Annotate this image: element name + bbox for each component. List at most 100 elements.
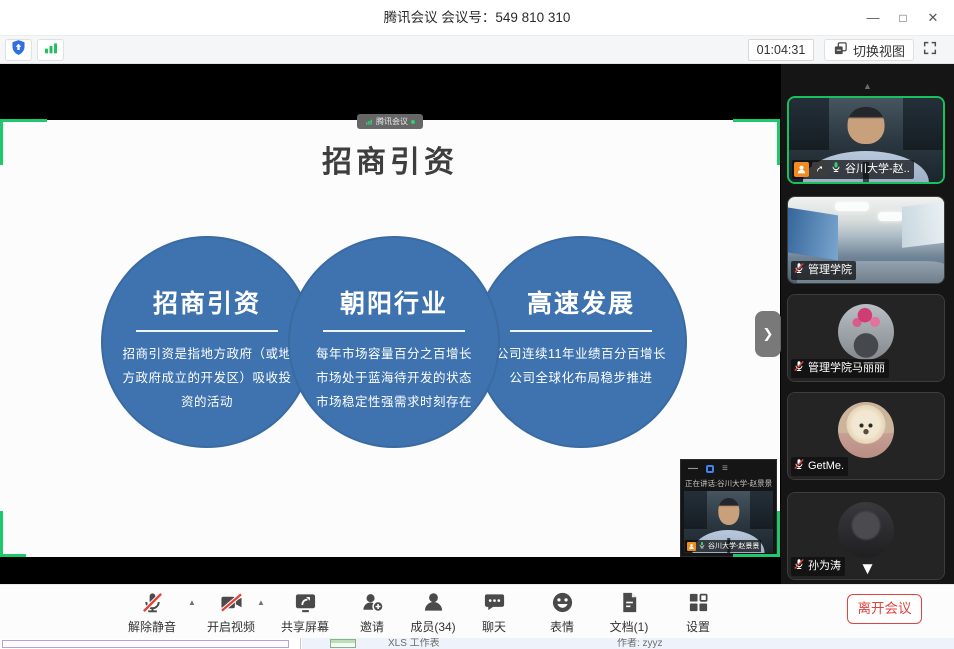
mic-on-icon <box>830 161 842 178</box>
switch-view-icon <box>833 41 848 59</box>
bottom-toolbar: 解除静音 ▲ 开启视频 ▲ 共享屏幕 邀请 成员(34) <box>0 584 954 638</box>
share-screen-icon <box>294 601 317 618</box>
network-quality-button[interactable] <box>37 39 64 61</box>
share-frame-corner <box>0 554 26 557</box>
participant-label: GetMe. <box>791 457 848 476</box>
host-badge-icon <box>794 162 809 177</box>
host-badge-icon <box>687 542 696 551</box>
smiley-icon <box>551 601 574 618</box>
members-button[interactable]: 成员(34) <box>401 591 465 634</box>
invite-button[interactable]: 邀请 <box>340 591 404 634</box>
share-frame-corner <box>777 119 780 165</box>
maximize-button[interactable]: □ <box>888 0 918 36</box>
chat-label: 聊天 <box>462 620 526 634</box>
share-frame-corner <box>733 119 780 122</box>
fullscreen-icon <box>922 40 938 61</box>
minimize-button[interactable]: — <box>858 0 888 36</box>
participant-tile[interactable]: GetMe. <box>787 392 945 480</box>
float-meeting-pill: 腾讯会议 <box>357 114 423 129</box>
circle-text-line: 市场处于蓝海待开发的状态 <box>288 366 500 390</box>
members-label: 成员(34) <box>401 620 465 634</box>
participant-name: 孙为涛 <box>808 559 841 574</box>
mic-muted-icon <box>793 558 805 575</box>
docs-button[interactable]: 文档(1) <box>597 591 661 634</box>
start-video-button[interactable]: 开启视频 <box>199 591 263 634</box>
excel-file-icon <box>330 639 356 648</box>
sharing-badge-icon <box>812 162 827 177</box>
close-button[interactable]: ✕ <box>918 0 948 36</box>
circle-text-line: 公司全球化布局稳步推进 <box>475 366 687 390</box>
circle-divider <box>323 330 465 332</box>
scroll-up-arrow[interactable]: ▲ <box>863 81 872 91</box>
video-options-chevron[interactable]: ▲ <box>257 598 265 607</box>
pip-participant-name: 谷川大学-赵景景 <box>708 541 759 551</box>
circle-heading: 高速发展 <box>475 284 687 320</box>
participant-name: 谷川大学-赵.. <box>845 162 910 177</box>
pip-window-controls: — ≡ <box>688 463 728 475</box>
camera-off-icon <box>220 601 243 618</box>
grid-settings-icon <box>687 601 710 618</box>
scroll-down-arrow[interactable]: ▼ <box>859 560 876 578</box>
info-circle-1: 招商引资 招商引资是指地方政府（或地 方政府成立的开发区）吸收投 资的活动 <box>101 236 313 448</box>
mic-muted-icon <box>793 458 805 475</box>
shared-desktop-strip: XLS 工作表 作者: zyyz <box>0 638 954 649</box>
participant-label: 谷川大学-赵.. <box>792 160 914 179</box>
emoji-button[interactable]: 表情 <box>530 591 594 634</box>
participant-tile[interactable]: 谷川大学-赵.. <box>787 96 945 184</box>
avatar <box>838 402 894 458</box>
share-frame-corner <box>777 511 780 557</box>
participant-tile[interactable]: 管理学院 <box>787 196 945 284</box>
window-title: 腾讯会议 会议号：549 810 310 <box>0 0 954 36</box>
leave-meeting-button[interactable]: 离开会议 <box>847 594 922 624</box>
pill-signal-icon <box>365 113 373 131</box>
window-controls: — □ ✕ <box>858 0 948 36</box>
mic-options-chevron[interactable]: ▲ <box>188 598 196 607</box>
chat-button[interactable]: 聊天 <box>462 591 526 634</box>
title-bar: 腾讯会议 会议号：549 810 310 — □ ✕ <box>0 0 954 36</box>
pill-mic-dot-icon <box>411 120 415 124</box>
mic-muted-icon <box>793 360 805 377</box>
unmute-button[interactable]: 解除静音 <box>120 591 184 634</box>
participant-tile[interactable]: 管理学院马丽丽 <box>787 294 945 382</box>
meeting-toolbar-top: 01:04:31 切换视图 <box>0 36 954 64</box>
settings-button[interactable]: 设置 <box>666 591 730 634</box>
signal-bars-icon <box>43 40 59 61</box>
circle-text-line: 公司连续11年业绩百分百增长 <box>475 342 687 366</box>
shared-slide: 腾讯会议 招商引资 招商引资 招商引资是指地方政府（或地 方政府成立的开发区）吸… <box>0 120 780 557</box>
slide-title: 招商引资 <box>0 137 780 181</box>
file-type-label: XLS 工作表 <box>388 638 440 649</box>
switch-view-label: 切换视图 <box>853 41 905 60</box>
circle-text-line: 市场稳定性强需求时刻存在 <box>288 390 500 414</box>
start-video-label: 开启视频 <box>199 620 263 634</box>
shield-icon <box>10 39 27 61</box>
info-circle-3: 高速发展 公司连续11年业绩百分百增长 公司全球化布局稳步推进 <box>475 236 687 448</box>
invite-label: 邀请 <box>340 620 404 634</box>
chevron-right-icon: ❯ <box>763 326 774 342</box>
avatar <box>838 304 894 360</box>
file-author-label: 作者: zyyz <box>617 638 663 649</box>
mic-muted-icon <box>793 262 805 279</box>
shared-screen-stage: 腾讯会议 招商引资 招商引资 招商引资是指地方政府（或地 方政府成立的开发区）吸… <box>0 64 781 584</box>
pill-label: 腾讯会议 <box>376 114 408 129</box>
circle-text-line: 资的活动 <box>101 390 313 414</box>
fullscreen-button[interactable] <box>917 39 943 61</box>
mic-on-icon <box>698 541 706 551</box>
pip-menu-icon: ≡ <box>722 464 728 474</box>
participant-label: 管理学院马丽丽 <box>791 359 889 378</box>
switch-view-button[interactable]: 切换视图 <box>824 39 914 61</box>
unmute-label: 解除静音 <box>120 620 184 634</box>
share-screen-button[interactable]: 共享屏幕 <box>273 591 337 634</box>
participant-name: 管理学院 <box>808 263 852 278</box>
tencent-meeting-window: 腾讯会议 会议号：549 810 310 — □ ✕ 01:04:31 切换视图 <box>0 0 954 649</box>
participant-label: 管理学院 <box>791 261 856 280</box>
info-circle-2: 朝阳行业 每年市场容量百分之百增长 市场处于蓝海待开发的状态 市场稳定性强需求时… <box>288 236 500 448</box>
share-frame-corner <box>733 554 780 557</box>
person-icon <box>422 601 445 618</box>
column-divider <box>300 638 301 649</box>
circle-text-line: 招商引资是指地方政府（或地 <box>101 342 313 366</box>
sidebar-collapse-handle[interactable]: ❯ <box>755 311 781 357</box>
pip-speaking-label: 正在讲话:谷川大学-赵景景 <box>685 478 774 489</box>
security-shield-button[interactable] <box>5 39 32 61</box>
circle-divider <box>510 330 652 332</box>
docs-label: 文档(1) <box>597 620 661 634</box>
